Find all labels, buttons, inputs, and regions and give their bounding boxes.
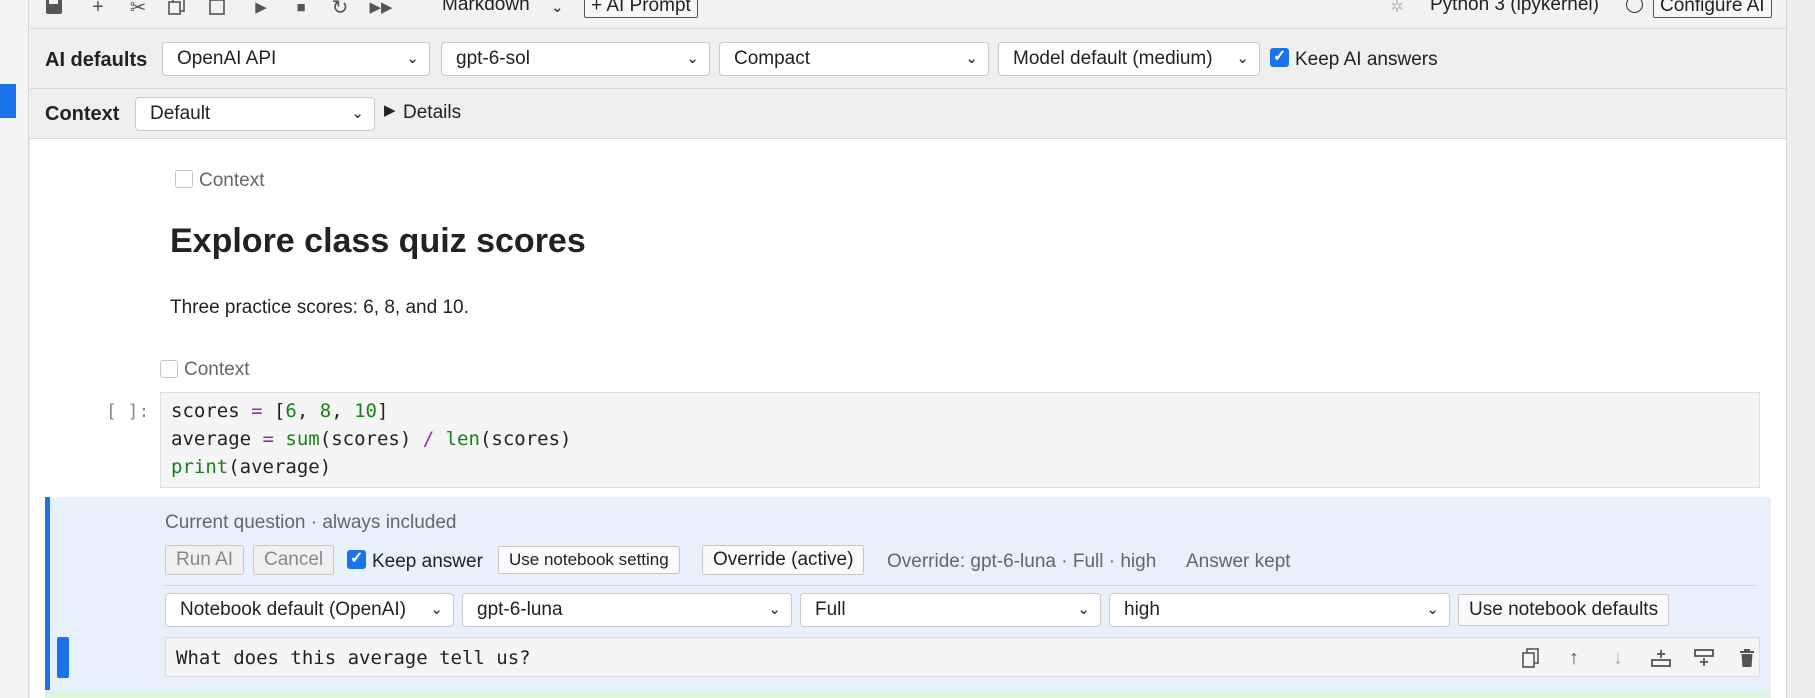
question-editor[interactable]: What does this average tell us? ↑ ↓: [165, 637, 1760, 677]
code-editor[interactable]: scores = [6, 8, 10] average = sum(scores…: [160, 392, 1760, 488]
code-line-2: average = sum(scores) / len(scores): [171, 428, 572, 450]
move-down-icon[interactable]: ↓: [1604, 644, 1632, 672]
right-edge: [1787, 0, 1815, 698]
question-text: What does this average tell us?: [176, 647, 531, 669]
details-toggle[interactable]: Details: [403, 102, 461, 124]
move-up-icon[interactable]: ↑: [1560, 644, 1588, 672]
chevron-down-icon: ⌄: [768, 601, 781, 618]
restart-icon[interactable]: ↻: [327, 0, 353, 19]
next-cell-edge: [45, 690, 1771, 698]
paste-icon[interactable]: [204, 0, 230, 18]
chevron-down-icon: ⌄: [686, 50, 699, 67]
configure-ai-button[interactable]: Configure AI: [1653, 0, 1772, 18]
chevron-down-icon: ⌄: [1077, 601, 1090, 618]
collapse-handle[interactable]: [57, 637, 69, 678]
disclosure-triangle-icon[interactable]: ▶: [384, 101, 396, 119]
keep-answer-label: Keep answer: [372, 551, 483, 572]
context-bar: Context Default ⌄ ▶ Details: [30, 89, 1786, 139]
override-summary: Override: gpt-6-luna · Full · high: [887, 551, 1157, 572]
code-cell-prompt: [ ]:: [106, 401, 150, 422]
model-select[interactable]: gpt-6-sol ⌄: [441, 42, 710, 76]
chevron-down-icon: ⌄: [406, 50, 419, 67]
insert-above-icon[interactable]: [1690, 644, 1718, 672]
reasoning-select-value: Model default (medium): [1013, 48, 1213, 69]
provider-select-value: OpenAI API: [177, 48, 277, 69]
chevron-down-icon[interactable]: ⌄: [551, 0, 564, 16]
insert-below-icon[interactable]: [1647, 644, 1675, 672]
override-context-value: Full: [815, 599, 846, 620]
cell-type-select[interactable]: Markdown: [442, 0, 530, 16]
chevron-down-icon: ⌄: [1236, 50, 1249, 67]
run-icon[interactable]: ▶: [248, 0, 274, 18]
ai-defaults-bar: AI defaults OpenAI API ⌄ gpt-6-sol ⌄ Com…: [30, 29, 1786, 89]
kernel-name[interactable]: Python 3 (ipykernel): [1430, 0, 1599, 16]
override-model-value: gpt-6-luna: [477, 599, 563, 620]
kernel-status-icon: [1626, 0, 1643, 13]
save-icon[interactable]: [41, 0, 67, 18]
chevron-down-icon: ⌄: [965, 50, 978, 67]
ai-defaults-label: AI defaults: [45, 49, 148, 71]
override-reasoning-select[interactable]: high ⌄: [1109, 593, 1450, 627]
code-context-label: Context: [184, 359, 250, 380]
active-cell-border: [45, 497, 50, 698]
add-cell-icon[interactable]: +: [85, 0, 111, 18]
chevron-down-icon: ⌄: [351, 105, 364, 122]
delete-cell-icon[interactable]: [1733, 644, 1761, 672]
ai-cell-divider: [165, 585, 1755, 586]
override-provider-value: Notebook default (OpenAI): [180, 599, 407, 620]
context-label: Context: [45, 103, 120, 125]
context-mode-select[interactable]: Compact ⌄: [719, 42, 989, 76]
override-reasoning-value: high: [1124, 599, 1160, 620]
override-provider-select[interactable]: Notebook default (OpenAI) ⌄: [165, 593, 454, 627]
model-select-value: gpt-6-sol: [456, 48, 530, 69]
keep-ai-answers-checkbox[interactable]: [1270, 46, 1289, 67]
copy-icon[interactable]: [164, 0, 190, 18]
run-all-icon[interactable]: ▶▶: [368, 0, 394, 18]
provider-select[interactable]: OpenAI API ⌄: [162, 42, 430, 76]
run-ai-button[interactable]: Run AI: [165, 545, 245, 575]
markdown-heading: Explore class quiz scores: [170, 222, 586, 260]
stop-icon[interactable]: ■: [288, 0, 314, 18]
cut-icon[interactable]: ✂: [125, 0, 151, 19]
chevron-down-icon: ⌄: [430, 601, 443, 618]
override-context-select[interactable]: Full ⌄: [800, 593, 1101, 627]
use-notebook-defaults-button[interactable]: Use notebook defaults: [1458, 594, 1670, 626]
context-select[interactable]: Default ⌄: [135, 97, 375, 131]
notebook-toolbar: + ✂ ▶ ■ ↻ ▶▶ Markdown ⌄ + AI Prompt ✲ Py…: [30, 0, 1786, 29]
use-notebook-setting-button[interactable]: Use notebook setting: [498, 546, 680, 574]
markdown-context-label: Context: [199, 170, 265, 191]
debugger-icon[interactable]: ✲: [1384, 0, 1410, 18]
context-select-value: Default: [150, 103, 211, 124]
answer-status: Answer kept: [1186, 551, 1291, 572]
override-active-button[interactable]: Override (active): [702, 545, 865, 575]
duplicate-cell-icon[interactable]: [1517, 644, 1545, 672]
left-sidebar-marker[interactable]: [0, 84, 16, 118]
chevron-down-icon: ⌄: [1426, 601, 1439, 618]
ai-prompt-button[interactable]: + AI Prompt: [584, 0, 698, 18]
ai-cell-header: Current question · always included: [165, 512, 457, 533]
markdown-context-checkbox[interactable]: [175, 170, 193, 188]
override-model-select[interactable]: gpt-6-luna ⌄: [462, 593, 792, 627]
reasoning-select[interactable]: Model default (medium) ⌄: [998, 42, 1260, 76]
code-context-checkbox[interactable]: [160, 360, 178, 378]
code-line-3: print(average): [171, 456, 332, 478]
cancel-button[interactable]: Cancel: [253, 545, 335, 575]
code-line-1: scores = [6, 8, 10]: [171, 400, 389, 422]
keep-answer-checkbox[interactable]: [347, 548, 366, 569]
context-mode-select-value: Compact: [734, 48, 811, 69]
markdown-paragraph: Three practice scores: 6, 8, and 10.: [170, 297, 469, 318]
notebook-panel: + ✂ ▶ ■ ↻ ▶▶ Markdown ⌄ + AI Prompt ✲ Py…: [30, 0, 1787, 698]
keep-ai-answers-label: Keep AI answers: [1295, 49, 1438, 70]
